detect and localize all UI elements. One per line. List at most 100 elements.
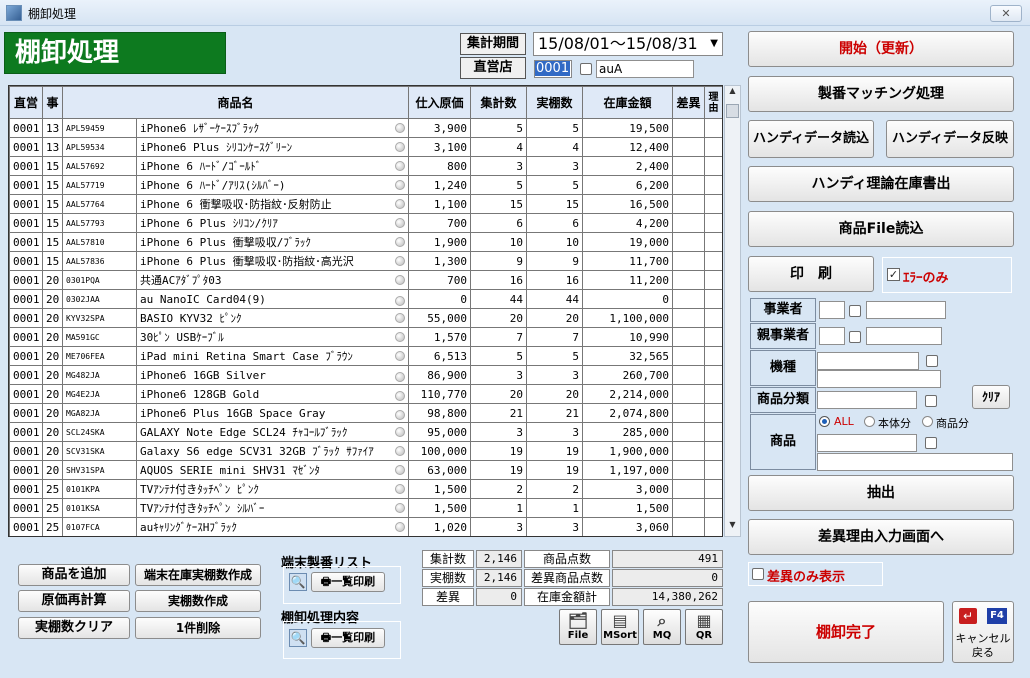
cell-diff[interactable] [672,422,706,442]
cell-cost[interactable]: 700 [408,270,472,290]
cell-store[interactable]: 0001 [9,137,43,157]
cell-diff[interactable] [672,460,706,480]
cell-amount[interactable]: 3,060 [582,517,674,536]
cell-store[interactable]: 0001 [9,365,43,385]
cell-amount[interactable]: 19,500 [582,118,674,138]
cell-diff[interactable] [672,156,706,176]
cell-total[interactable]: 15 [470,194,528,214]
cell-product-name[interactable]: 30ﾋﾟﾝ USBｹｰﾌﾞﾙ [135,327,410,347]
inventory-grid[interactable]: 直営 事 商品名 仕入原価 集計数 実棚数 在庫金額 差異 理由 0001 13 A… [8,85,723,537]
cell-reason[interactable] [704,308,722,328]
cell-actual[interactable]: 5 [526,118,584,138]
model-checkbox[interactable] [926,355,938,367]
cell-total[interactable]: 5 [470,346,528,366]
cell-biz[interactable]: 20 [42,384,63,404]
cell-actual[interactable]: 6 [526,213,584,233]
cell-product-name[interactable]: iPhone 6 Plus ｼﾘｺﾝ/ｸﾘｱ [135,213,410,233]
cell-actual[interactable]: 20 [526,384,584,404]
table-row[interactable]: 0001 20 MG4E2JA iPhone6 128GB Gold 110,770 20… [9,384,722,404]
cell-product-name[interactable]: iPhone6 128GB Gold [135,384,410,404]
row-indicator-icon[interactable] [395,351,406,361]
handy-reflect-button[interactable]: ハンディデータ反映 [886,120,1014,158]
cell-amount[interactable]: 1,500 [582,498,674,518]
cell-store[interactable]: 0001 [9,175,43,195]
table-row[interactable]: 0001 20 SCL24SKA GALAXY Note Edge SCL24 ﾁｬｺ… [9,422,722,442]
cell-diff[interactable] [672,441,706,461]
cell-total[interactable]: 21 [470,403,528,423]
col-product-name[interactable]: 商品名 [61,86,410,119]
cell-biz[interactable]: 15 [42,175,63,195]
cell-store[interactable]: 0001 [9,327,43,347]
print-preview-icon[interactable]: 🔍 [289,573,307,591]
cell-total[interactable]: 6 [470,213,528,233]
cell-amount[interactable]: 11,700 [582,251,674,271]
cell-diff[interactable] [672,498,706,518]
cell-store[interactable]: 0001 [9,308,43,328]
cell-store[interactable]: 0001 [9,498,43,518]
cell-amount[interactable]: 2,214,000 [582,384,674,404]
cell-reason[interactable] [704,251,722,271]
cell-biz[interactable]: 20 [42,327,63,347]
cell-diff[interactable] [672,384,706,404]
inventory-content-print-button[interactable]: 🖶一覧印刷 [311,628,385,648]
table-row[interactable]: 0001 20 SHV31SPA AQUOS SERIE mini SHV31 ﾏｾﾞ… [9,460,722,480]
cell-product-name[interactable]: iPhone6 16GB Silver [135,365,410,385]
product-input[interactable] [817,434,917,452]
cell-total[interactable]: 9 [470,251,528,271]
extract-button[interactable]: 抽出 [748,475,1014,511]
cell-code[interactable]: 0101KSA [62,498,137,518]
cell-cost[interactable]: 1,100 [408,194,472,214]
cell-diff[interactable] [672,403,706,423]
cell-total[interactable]: 3 [470,517,528,536]
table-row[interactable]: 0001 25 0101KSA TVｱﾝﾃﾅ付きﾀｯﾁﾍﾟﾝ ｼﾙﾊﾞｰ 1,500 1 1… [9,498,722,518]
cell-total[interactable]: 3 [470,365,528,385]
col-cost[interactable]: 仕入原価 [408,86,472,119]
cell-amount[interactable]: 0 [582,289,674,309]
cell-code[interactable]: SHV31SPA [62,460,137,480]
period-select[interactable]: 15/08/01～15/08/31 ▼ [533,32,723,56]
cell-reason[interactable] [704,403,722,423]
cell-biz[interactable]: 20 [42,270,63,290]
cell-product-name[interactable]: iPhone 6 ﾊｰﾄﾞ/ｺﾞｰﾙﾄﾞ [135,156,410,176]
operator-checkbox[interactable] [849,305,861,317]
cell-cost[interactable]: 1,300 [408,251,472,271]
cell-actual[interactable]: 2 [526,479,584,499]
handy-export-button[interactable]: ハンディ理論在庫書出 [748,166,1014,202]
cell-total[interactable]: 3 [470,422,528,442]
radio-product[interactable] [922,416,933,427]
cell-biz[interactable]: 13 [42,118,63,138]
cell-diff[interactable] [672,137,706,157]
cell-code[interactable]: APL59534 [62,137,137,157]
cell-code[interactable]: AAL57836 [62,251,137,271]
cell-biz[interactable]: 20 [42,308,63,328]
cell-code[interactable]: SCL24SKA [62,422,137,442]
cell-reason[interactable] [704,156,722,176]
cell-cost[interactable]: 110,770 [408,384,472,404]
cell-cost[interactable]: 1,500 [408,479,472,499]
cell-biz[interactable]: 15 [42,156,63,176]
serial-list-print-button[interactable]: 🖶一覧印刷 [311,572,385,592]
cell-amount[interactable]: 2,074,800 [582,403,674,423]
cell-code[interactable]: 0107FCA [62,517,137,536]
table-row[interactable]: 0001 20 KYV32SPA BASIO KYV32 ﾋﾟﾝｸ 55,000 20 20… [9,308,722,328]
table-row[interactable]: 0001 20 MGA82JA iPhone6 Plus 16GB Space Gra… [9,403,722,423]
file-button[interactable]: 🗂 File [559,609,597,645]
model-input[interactable] [817,352,919,370]
cell-amount[interactable]: 10,990 [582,327,674,347]
cell-product-name[interactable]: GALAXY Note Edge SCL24 ﾁｬｺｰﾙﾌﾞﾗｯｸ [135,422,410,442]
cell-store[interactable]: 0001 [9,517,43,536]
cell-total[interactable]: 20 [470,384,528,404]
row-indicator-icon[interactable] [395,199,406,209]
cell-diff[interactable] [672,118,706,138]
cell-amount[interactable]: 16,500 [582,194,674,214]
cell-product-name[interactable]: Galaxy S6 edge SCV31 32GB ﾌﾞﾗｯｸ ｻﾌｧｲｱ [135,441,410,461]
row-indicator-icon[interactable] [395,313,406,323]
cell-cost[interactable]: 98,800 [408,403,472,423]
cell-code[interactable]: 0101KPA [62,479,137,499]
clear-count-button[interactable]: 実棚数クリア [18,617,130,639]
cell-actual[interactable]: 5 [526,346,584,366]
cell-amount[interactable]: 4,200 [582,213,674,233]
row-indicator-icon[interactable] [395,503,406,513]
table-row[interactable]: 0001 20 ME706FEA iPad mini Retina Smart Cas… [9,346,722,366]
cell-reason[interactable] [704,270,722,290]
